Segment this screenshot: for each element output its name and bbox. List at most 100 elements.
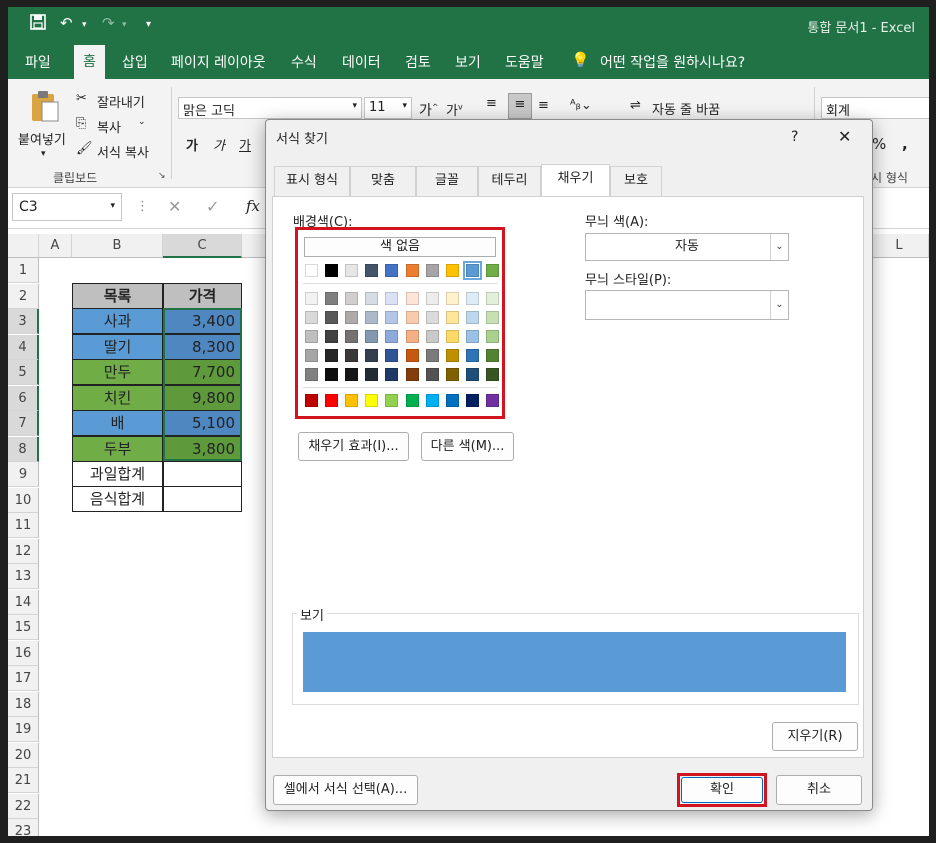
number-format-box[interactable]: 회계	[821, 97, 929, 119]
item-cell[interactable]: 딸기	[72, 333, 163, 360]
fruit-total-value[interactable]	[163, 461, 242, 487]
color-swatch[interactable]	[365, 330, 379, 343]
copy-icon[interactable]: ⎘	[76, 116, 86, 131]
color-swatch[interactable]	[345, 264, 359, 277]
redo-dropdown-icon[interactable]: ▾	[122, 20, 127, 30]
color-swatch[interactable]	[345, 330, 359, 343]
color-swatch[interactable]	[365, 394, 379, 407]
color-swatch[interactable]	[465, 330, 479, 343]
ok-button[interactable]: 확인	[681, 777, 763, 803]
save-icon[interactable]	[30, 14, 46, 34]
color-swatch[interactable]	[345, 368, 359, 381]
tab-home[interactable]: 홈	[74, 45, 105, 79]
color-swatch[interactable]	[325, 264, 339, 277]
color-swatch[interactable]	[365, 368, 379, 381]
column-header-a[interactable]: A	[39, 234, 72, 258]
clear-button[interactable]: 지우기(R)	[772, 722, 858, 751]
color-swatch[interactable]	[485, 264, 499, 277]
tell-me-search[interactable]: 어떤 작업을 원하시나요?	[600, 52, 745, 72]
color-swatch[interactable]	[462, 261, 482, 280]
food-total-value[interactable]	[163, 486, 242, 512]
header-cell-price[interactable]: 가격	[163, 283, 242, 309]
customize-qat-icon[interactable]: ▾	[146, 19, 151, 30]
row-header[interactable]: 7	[8, 411, 39, 436]
column-header-c[interactable]: C	[163, 234, 242, 258]
color-swatch[interactable]	[465, 368, 479, 381]
color-swatch[interactable]	[485, 292, 499, 305]
item-cell[interactable]: 치킨	[72, 384, 163, 411]
row-header[interactable]: 21	[8, 768, 39, 793]
color-swatch[interactable]	[365, 349, 379, 362]
cut-button[interactable]: 잘라내기	[97, 92, 145, 111]
color-swatch[interactable]	[345, 349, 359, 362]
color-swatch[interactable]	[465, 349, 479, 362]
row-header[interactable]: 13	[8, 564, 39, 589]
help-icon[interactable]: ?	[791, 129, 798, 145]
row-header[interactable]: 6	[8, 385, 39, 411]
tab-page-layout[interactable]: 페이지 레이아웃	[171, 52, 266, 72]
wrap-text-button[interactable]: 자동 줄 바꿈	[652, 99, 720, 118]
choose-format-from-cell-button[interactable]: 셀에서 서식 선택(A)...	[273, 775, 418, 805]
pattern-style-select[interactable]: ⌄	[585, 290, 789, 320]
column-header-b[interactable]: B	[72, 234, 163, 258]
color-swatch[interactable]	[325, 394, 339, 407]
color-swatch[interactable]	[365, 264, 379, 277]
italic-button[interactable]: 가	[213, 135, 225, 154]
row-header[interactable]: 23	[8, 819, 39, 836]
tab-data[interactable]: 데이터	[342, 52, 381, 72]
color-swatch[interactable]	[385, 349, 399, 362]
select-all-corner[interactable]	[8, 234, 39, 258]
color-swatch[interactable]	[325, 349, 339, 362]
color-swatch[interactable]	[445, 349, 459, 362]
color-swatch[interactable]	[405, 368, 419, 381]
undo-icon[interactable]: ↶	[60, 14, 73, 32]
color-swatch[interactable]	[465, 394, 479, 407]
format-painter-icon[interactable]: 🖌	[76, 141, 93, 156]
font-name-box[interactable]: 맑은 고딕 ▾	[178, 97, 362, 119]
color-swatch[interactable]	[325, 311, 339, 324]
enter-entry-icon[interactable]: ✓	[206, 197, 219, 216]
row-header[interactable]: 11	[8, 513, 39, 538]
row-header[interactable]: 12	[8, 538, 39, 564]
color-swatch[interactable]	[405, 330, 419, 343]
tab-file[interactable]: 파일	[25, 52, 51, 72]
undo-dropdown-icon[interactable]: ▾	[82, 20, 87, 30]
color-swatch[interactable]	[425, 292, 439, 305]
align-bottom-icon[interactable]: ≡	[538, 98, 549, 113]
more-colors-button[interactable]: 다른 색(M)...	[421, 432, 514, 461]
copy-dropdown-icon[interactable]: ⌄	[138, 117, 146, 127]
color-swatch[interactable]	[445, 264, 459, 277]
color-swatch[interactable]	[305, 311, 318, 324]
item-cell[interactable]: 사과	[72, 308, 163, 334]
row-header[interactable]: 9	[8, 462, 39, 487]
color-swatch[interactable]	[365, 311, 379, 324]
comma-style-button[interactable]: ,	[902, 135, 908, 153]
row-header[interactable]: 17	[8, 666, 39, 691]
color-swatch[interactable]	[485, 330, 499, 343]
color-swatch[interactable]	[485, 368, 499, 381]
column-header-l[interactable]: L	[870, 234, 929, 258]
color-swatch[interactable]	[305, 394, 318, 407]
tab-protection[interactable]: 보호	[610, 166, 662, 196]
color-swatch[interactable]	[305, 349, 318, 362]
row-header[interactable]: 2	[8, 283, 39, 309]
color-swatch[interactable]	[385, 394, 399, 407]
item-cell[interactable]: 배	[72, 410, 163, 436]
row-header[interactable]: 16	[8, 640, 39, 666]
row-header[interactable]: 14	[8, 589, 39, 615]
color-swatch[interactable]	[345, 394, 359, 407]
fill-effects-button[interactable]: 채우기 효과(I)...	[298, 432, 409, 461]
item-cell[interactable]: 만두	[72, 359, 163, 385]
color-swatch[interactable]	[485, 394, 499, 407]
align-top-icon[interactable]: ≡	[486, 96, 497, 111]
color-swatch[interactable]	[325, 330, 339, 343]
color-swatch[interactable]	[345, 311, 359, 324]
font-size-box[interactable]: 11 ▾	[364, 97, 412, 119]
tab-number[interactable]: 표시 형식	[274, 166, 350, 196]
color-swatch[interactable]	[465, 292, 479, 305]
color-swatch[interactable]	[305, 292, 318, 305]
color-swatch[interactable]	[425, 330, 439, 343]
header-cell-item[interactable]: 목록	[72, 283, 163, 309]
underline-button[interactable]: 가	[239, 135, 251, 154]
wrap-text-icon[interactable]: ⇌	[630, 98, 641, 113]
